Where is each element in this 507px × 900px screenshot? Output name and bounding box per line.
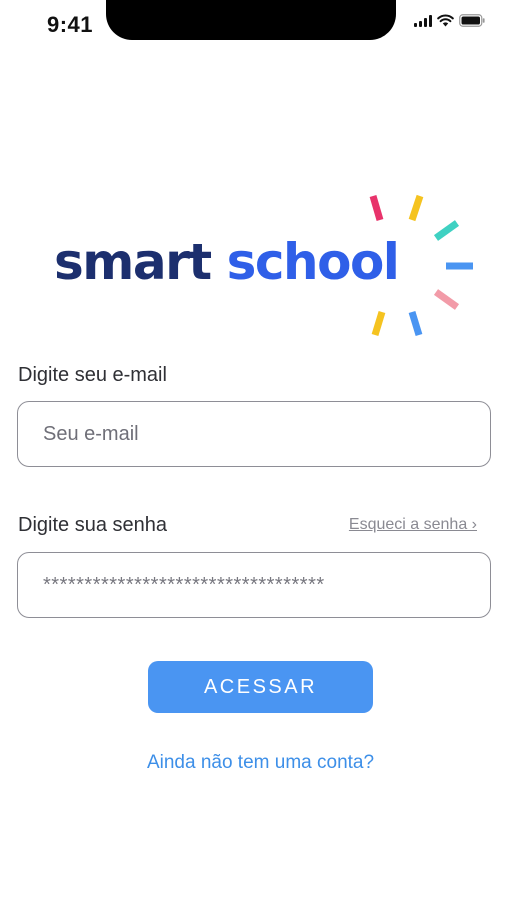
app-logo: smart school (54, 232, 400, 292)
status-icons (414, 14, 485, 27)
signup-link[interactable]: Ainda não tem uma conta? (0, 752, 507, 774)
email-label: Digite seu e-mail (18, 364, 167, 386)
wifi-icon (437, 14, 454, 27)
battery-icon (459, 14, 485, 27)
logo-word-smart: smart (54, 233, 212, 291)
access-button[interactable]: ACESSAR (148, 661, 373, 713)
cellular-signal-icon (414, 14, 432, 27)
status-bar: 9:41 (0, 0, 507, 52)
email-input[interactable]: Seu e-mail (17, 401, 491, 467)
logo-sunburst-icon (369, 194, 473, 337)
forgot-password-link[interactable]: Esqueci a senha › (349, 516, 477, 534)
password-value: ********************************** (43, 573, 325, 596)
status-time: 9:41 (47, 12, 94, 37)
email-placeholder: Seu e-mail (43, 422, 139, 445)
password-input[interactable]: ********************************** (17, 552, 491, 618)
device-notch (106, 0, 396, 40)
password-label: Digite sua senha (18, 514, 167, 536)
